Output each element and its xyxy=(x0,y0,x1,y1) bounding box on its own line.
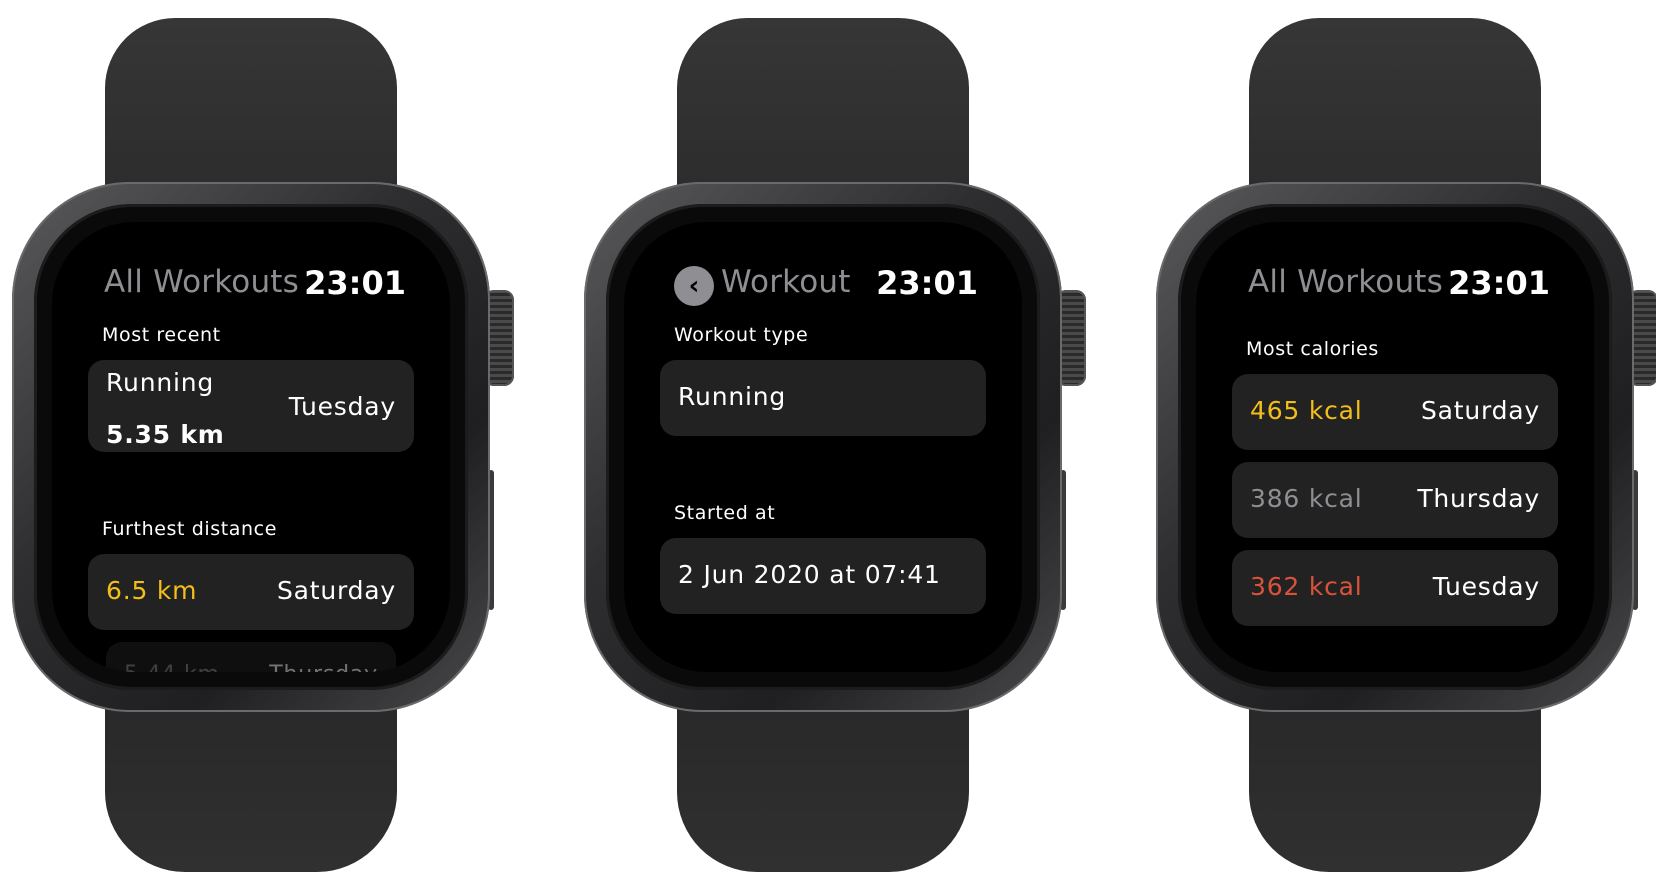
calories-day: Saturday xyxy=(1420,396,1540,425)
watch-all-workouts-distance: All Workouts 23:01 Most recent Running 5… xyxy=(0,0,520,890)
calories-day: Thursday xyxy=(1417,484,1540,513)
status-bar: ‹ Workout 23:01 xyxy=(624,264,1022,306)
watch-workout-detail: ‹ Workout 23:01 Workout type Running Sta… xyxy=(572,0,1092,890)
clock-time: 23:01 xyxy=(876,264,978,302)
watch-screen: All Workouts 23:01 Most calories 465 kca… xyxy=(1196,222,1594,672)
watch-case: All Workouts 23:01 Most calories 465 kca… xyxy=(1156,182,1634,712)
field-label-workout-type: Workout type xyxy=(674,324,809,346)
section-label-furthest-distance: Furthest distance xyxy=(102,518,278,540)
workout-distance: 5.35 km xyxy=(106,420,225,449)
watch-bezel: ‹ Workout 23:01 Workout type Running Sta… xyxy=(606,204,1040,690)
distance-day: Thursday xyxy=(269,662,378,672)
watch-bezel: All Workouts 23:01 Most recent Running 5… xyxy=(34,204,468,690)
chevron-left-circle-icon[interactable]: ‹ xyxy=(674,266,714,306)
page-title: All Workouts xyxy=(104,264,299,300)
started-at-field: 2 Jun 2020 at 07:41 xyxy=(660,538,986,614)
status-bar: All Workouts 23:01 xyxy=(52,264,450,304)
workout-type: Running xyxy=(106,368,215,397)
watch-bezel: All Workouts 23:01 Most calories 465 kca… xyxy=(1178,204,1612,690)
clock-time: 23:01 xyxy=(304,264,406,302)
started-at-value: 2 Jun 2020 at 07:41 xyxy=(678,560,941,589)
workout-type-field: Running xyxy=(660,360,986,436)
workout-day: Tuesday xyxy=(288,392,396,421)
status-bar: All Workouts 23:01 xyxy=(1196,264,1594,304)
page-title[interactable]: Workout xyxy=(721,264,851,300)
calories-value: 386 kcal xyxy=(1250,484,1363,513)
page-title: All Workouts xyxy=(1248,264,1443,300)
watch-case: All Workouts 23:01 Most recent Running 5… xyxy=(12,182,490,712)
watch-screen: ‹ Workout 23:01 Workout type Running Sta… xyxy=(624,222,1022,672)
watch-case: ‹ Workout 23:01 Workout type Running Sta… xyxy=(584,182,1062,712)
calories-value: 465 kcal xyxy=(1250,396,1363,425)
distance-value: 5.44 km xyxy=(124,662,220,672)
watch-screen: All Workouts 23:01 Most recent Running 5… xyxy=(52,222,450,672)
calories-card[interactable]: 386 kcal Thursday xyxy=(1232,462,1558,538)
clock-time: 23:01 xyxy=(1448,264,1550,302)
calories-day: Tuesday xyxy=(1432,572,1540,601)
distance-card[interactable]: 6.5 km Saturday xyxy=(88,554,414,630)
watch-all-workouts-calories: All Workouts 23:01 Most calories 465 kca… xyxy=(1144,0,1656,890)
workout-type-value: Running xyxy=(678,382,787,411)
distance-value: 6.5 km xyxy=(106,576,198,605)
field-label-started-at: Started at xyxy=(674,502,776,524)
calories-card[interactable]: 465 kcal Saturday xyxy=(1232,374,1558,450)
most-recent-workout-card[interactable]: Running 5.35 km Tuesday xyxy=(88,360,414,452)
distance-day: Saturday xyxy=(276,576,396,605)
section-label-most-recent: Most recent xyxy=(102,324,221,346)
distance-card[interactable]: 5.44 km Thursday xyxy=(106,642,396,672)
calories-card[interactable]: 362 kcal Tuesday xyxy=(1232,550,1558,626)
section-label-most-calories: Most calories xyxy=(1246,338,1379,360)
calories-value: 362 kcal xyxy=(1250,572,1363,601)
